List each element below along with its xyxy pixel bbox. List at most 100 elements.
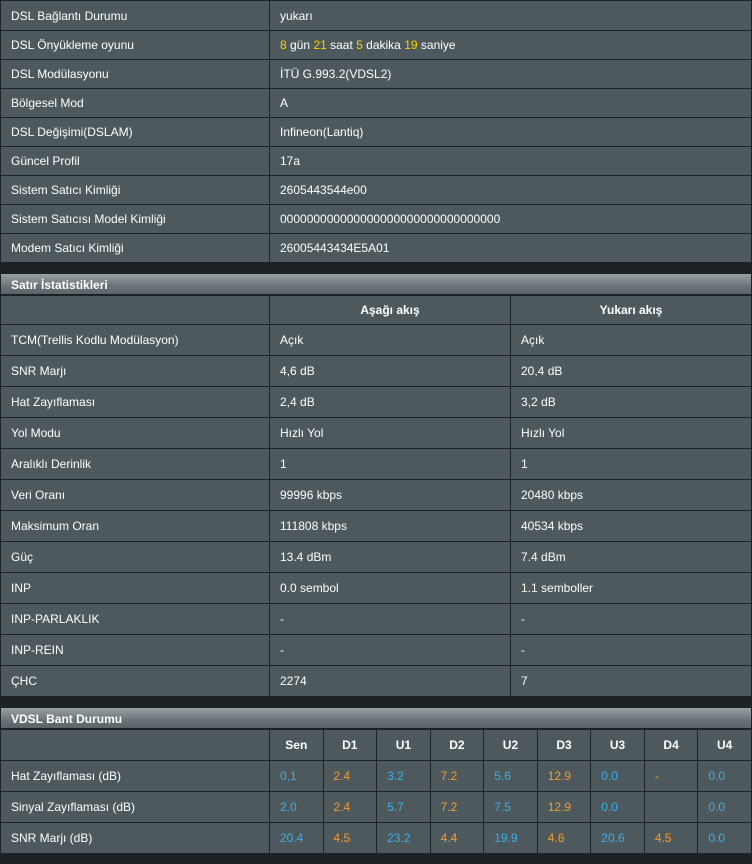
band-value: 0.0 [697, 791, 752, 823]
info-row: DSL Önyükleme oyunu 8 gün 21 saat 5 dakik… [0, 30, 752, 60]
band-value: 12.9 [536, 791, 592, 823]
stats-key: INP-REIN [0, 634, 270, 666]
band-value: 7.2 [429, 760, 485, 792]
stats-key: Hat Zayıflaması [0, 386, 270, 418]
stats-key: Veri Oranı [0, 479, 270, 511]
uptime-seconds-label: saniye [420, 38, 456, 52]
stats-upstream: - [510, 634, 752, 666]
band-value: 4.6 [536, 822, 592, 854]
stats-key: INP-PARLAKLIK [0, 603, 270, 635]
band-header: U4 [697, 729, 752, 761]
uptime-days-label: gün [290, 38, 311, 52]
info-key: Güncel Profil [0, 146, 270, 176]
stats-downstream: 99996 kbps [269, 479, 511, 511]
info-key: Modem Satıcı Kimliği [0, 233, 270, 263]
band-row: Hat Zayıflaması (dB) 0,1 2.4 3.2 7.2 5.6 12.9 0… [0, 760, 752, 792]
stats-upstream: 20,4 dB [510, 355, 752, 387]
band-header: U3 [590, 729, 645, 761]
info-value: Infineon(Lantiq) [269, 117, 752, 147]
dsl-info-table: DSL Bağlantı Durumu yukarı DSL Önyükleme o… [0, 0, 752, 263]
stats-key: TCM(Trellis Kodlu Modülasyon) [0, 324, 270, 356]
band-value: 23.2 [376, 822, 431, 854]
stats-downstream: 2,4 dB [269, 386, 511, 418]
stats-downstream: 0.0 sembol [269, 572, 511, 604]
stats-row: Maksimum Oran 111808 kbps 40534 kbps [0, 510, 752, 542]
band-value: 0.0 [590, 791, 645, 823]
band-value [643, 791, 699, 823]
uptime-seconds: 19 [404, 38, 418, 52]
band-value: 5.7 [376, 791, 431, 823]
info-value: 000000000000000000000000000000000 [269, 204, 752, 234]
band-value: 2.4 [322, 760, 378, 792]
band-value: 20.6 [590, 822, 645, 854]
band-header: D3 [536, 729, 592, 761]
info-value: yukarı [269, 0, 752, 31]
uptime-minutes-label: dakika [366, 38, 401, 52]
stats-downstream: Hızlı Yol [269, 417, 511, 449]
band-header-empty [0, 729, 270, 761]
stats-downstream: 13.4 dBm [269, 541, 511, 573]
stats-key: Aralıklı Derinlik [0, 448, 270, 480]
stats-downstream: 2274 [269, 665, 511, 697]
info-key: DSL Bağlantı Durumu [0, 0, 270, 31]
info-value: 2605443544e00 [269, 175, 752, 205]
band-value: 19.9 [483, 822, 538, 854]
info-row: DSL Değişimi(DSLAM) Infineon(Lantiq) [0, 117, 752, 147]
band-row: SNR Marjı (dB) 20.4 4.5 23.2 4.4 19.9 4.6 20.6 4… [0, 822, 752, 854]
info-row: Sistem Satıcısı Model Kimliği 00000000000… [0, 204, 752, 234]
band-value: 2.0 [269, 791, 324, 823]
band-header: D1 [322, 729, 378, 761]
stats-header-upstream: Yukarı akış [510, 295, 752, 325]
stats-row: INP 0.0 sembol 1.1 semboller [0, 572, 752, 604]
stats-downstream: Açık [269, 324, 511, 356]
stats-row: INP-PARLAKLIK - - [0, 603, 752, 635]
band-value: 7.2 [429, 791, 485, 823]
stats-upstream: 7.4 dBm [510, 541, 752, 573]
uptime-value: 8 gün 21 saat 5 dakika 19 saniye [269, 30, 752, 60]
stats-row: Veri Oranı 99996 kbps 20480 kbps [0, 479, 752, 511]
band-value: 3.2 [376, 760, 431, 792]
info-value: 26005443434E5A01 [269, 233, 752, 263]
band-header: U1 [376, 729, 431, 761]
band-value: 0.0 [697, 822, 752, 854]
info-key: Bölgesel Mod [0, 88, 270, 118]
stats-row: Güç 13.4 dBm 7.4 dBm [0, 541, 752, 573]
band-value: 0.0 [697, 760, 752, 792]
stats-key: Güç [0, 541, 270, 573]
stats-downstream: 1 [269, 448, 511, 480]
uptime-hours-label: saat [330, 38, 353, 52]
band-value: 4.5 [643, 822, 699, 854]
stats-downstream: 4,6 dB [269, 355, 511, 387]
band-header: U2 [483, 729, 538, 761]
stats-row: TCM(Trellis Kodlu Modülasyon) Açık Açık [0, 324, 752, 356]
info-row: Bölgesel Mod A [0, 88, 752, 118]
info-value: İTÜ G.993.2(VDSL2) [269, 59, 752, 89]
band-value: 0,1 [269, 760, 324, 792]
info-key: DSL Modülasyonu [0, 59, 270, 89]
stats-header-empty [0, 295, 270, 325]
info-row: Güncel Profil 17a [0, 146, 752, 176]
band-value: 20.4 [269, 822, 324, 854]
stats-row: INP-REIN - - [0, 634, 752, 666]
info-key: DSL Önyükleme oyunu [0, 30, 270, 60]
info-row: DSL Modülasyonu İTÜ G.993.2(VDSL2) [0, 59, 752, 89]
band-value: - [643, 760, 699, 792]
band-key: SNR Marjı (dB) [0, 822, 270, 854]
info-value: 17a [269, 146, 752, 176]
band-value: 4.5 [322, 822, 378, 854]
stats-upstream: 1.1 semboller [510, 572, 752, 604]
stats-upstream: 20480 kbps [510, 479, 752, 511]
line-stats-header: Satır İstatistikleri [0, 273, 752, 295]
band-value: 2.4 [322, 791, 378, 823]
uptime-days: 8 [280, 38, 287, 52]
band-value: 7.5 [483, 791, 538, 823]
stats-downstream: - [269, 634, 511, 666]
band-value: 12.9 [536, 760, 592, 792]
band-key: Sinyal Zayıflaması (dB) [0, 791, 270, 823]
info-value: A [269, 88, 752, 118]
vdsl-band-header: VDSL Bant Durumu [0, 707, 752, 729]
band-value: 0.0 [590, 760, 645, 792]
stats-upstream: 40534 kbps [510, 510, 752, 542]
uptime-hours: 21 [313, 38, 327, 52]
stats-upstream: - [510, 603, 752, 635]
